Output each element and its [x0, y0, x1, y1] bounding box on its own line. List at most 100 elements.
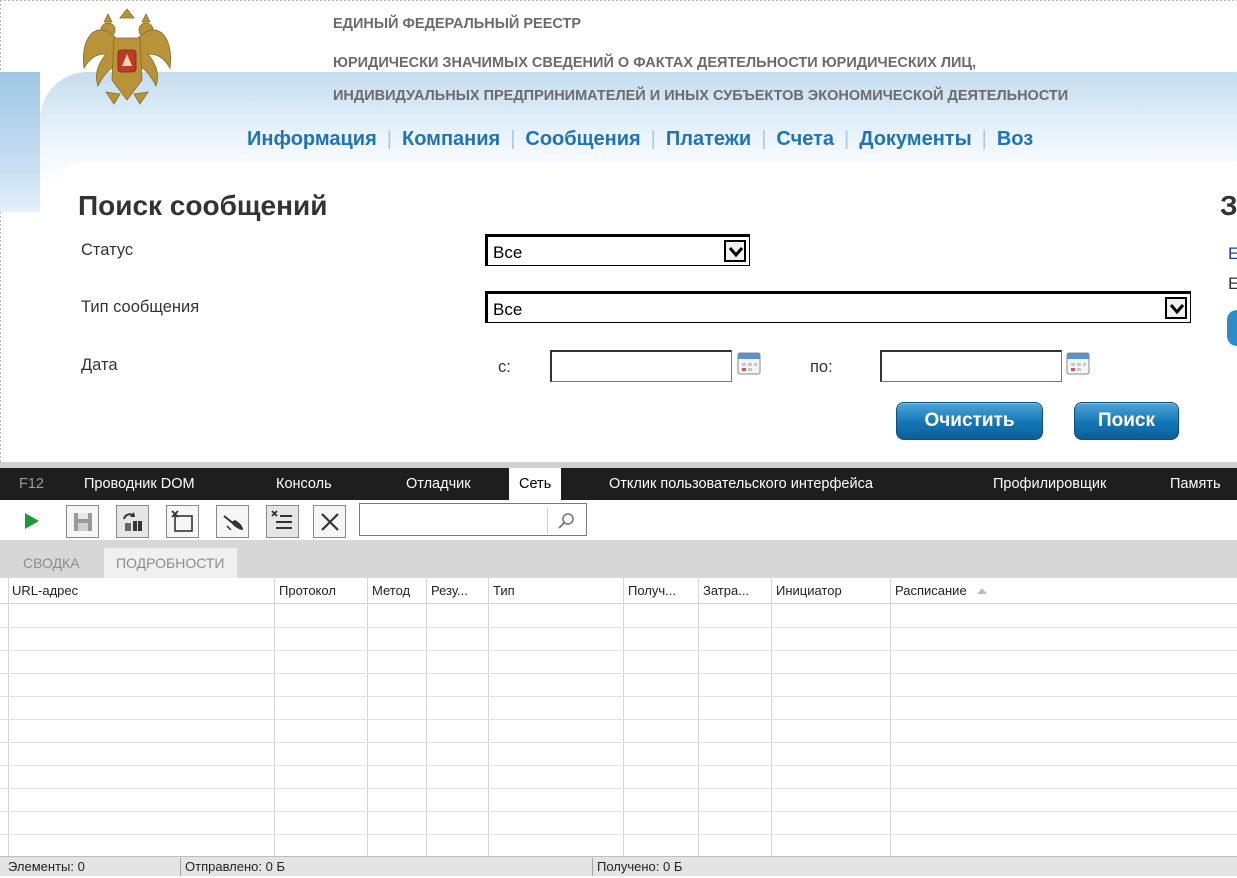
page-title: Поиск сообщений	[78, 190, 328, 221]
chevron-down-icon	[728, 247, 744, 258]
column-method[interactable]: Метод	[368, 578, 426, 604]
close-icon	[321, 513, 339, 531]
broom-icon	[223, 515, 243, 531]
grid-col-line	[698, 578, 699, 856]
subtab-summary[interactable]: СВОДКА	[11, 548, 92, 578]
grid-col-line	[367, 578, 368, 856]
start-capture-button[interactable]	[15, 505, 48, 538]
side-panel-link[interactable]: Е	[1228, 244, 1237, 264]
nav-info[interactable]: Информация	[247, 128, 377, 151]
side-panel-title: З	[1220, 190, 1237, 221]
calendar-icon[interactable]	[737, 351, 761, 375]
search-button[interactable]: Поиск	[1074, 402, 1179, 440]
sort-up-icon	[977, 588, 988, 594]
registry-title-line-1: ЕДИНЫЙ ФЕДЕРАЛЬНЫЙ РЕЕСТР	[333, 16, 582, 32]
clear-cookies-button[interactable]	[266, 505, 299, 538]
nav-documents[interactable]: Документы	[859, 128, 971, 151]
status-select-value: Все	[493, 243, 523, 262]
grid-row-line	[0, 627, 1237, 628]
play-icon	[25, 513, 39, 529]
status-label: Статус	[81, 241, 134, 259]
subtab-details[interactable]: ПОДРОБНОСТИ	[104, 548, 237, 578]
nav-messages[interactable]: Сообщения	[525, 128, 640, 151]
nav-separator: |	[981, 127, 987, 150]
column-initiator[interactable]: Инициатор	[772, 578, 890, 604]
message-type-select[interactable]: Все	[485, 291, 1191, 323]
grid-col-line	[890, 578, 891, 856]
message-type-select-arrow[interactable]	[1165, 297, 1187, 319]
chevron-down-icon	[1169, 304, 1185, 315]
status-select[interactable]: Все	[485, 234, 750, 266]
refresh-server-icon	[123, 512, 142, 531]
grid-row-line	[0, 811, 1237, 812]
list-x-icon	[271, 510, 292, 529]
nav-more[interactable]: Воз	[997, 128, 1033, 151]
date-to-input[interactable]	[880, 350, 1062, 382]
nav-company[interactable]: Компания	[402, 128, 500, 151]
column-type[interactable]: Тип	[489, 578, 623, 604]
tab-memory[interactable]: Память	[1170, 468, 1221, 500]
nav-separator: |	[650, 127, 656, 150]
new-window-x-icon	[171, 510, 193, 532]
devtools-f12: F12	[19, 476, 44, 492]
grid-row-line	[0, 696, 1237, 697]
network-search-box[interactable]	[359, 503, 587, 536]
clear-entries-button[interactable]	[313, 505, 346, 538]
grid-col-line	[623, 578, 624, 856]
nav-invoices[interactable]: Счета	[776, 128, 834, 151]
column-timings[interactable]: Расписание	[891, 578, 1091, 604]
main-nav: Информация | Компания | Сообщения | Плат…	[247, 124, 1033, 154]
column-taken[interactable]: Затра...	[699, 578, 771, 604]
registry-title-line-2: ЮРИДИЧЕСКИ ЗНАЧИМЫХ СВЕДЕНИЙ О ФАКТАХ ДЕ…	[333, 55, 977, 71]
grid-col-line	[8, 578, 9, 856]
grid-row-line	[0, 788, 1237, 789]
always-refresh-button[interactable]	[116, 505, 149, 538]
network-search-input[interactable]	[362, 506, 542, 533]
grid-row-line	[0, 673, 1237, 674]
grid-col-line	[488, 578, 489, 856]
grid-row-line	[0, 765, 1237, 766]
network-grid-body	[0, 604, 1237, 856]
column-url[interactable]: URL-адрес	[8, 578, 272, 604]
grid-col-line	[771, 578, 772, 856]
column-timings-label: Расписание	[895, 583, 967, 598]
date-from-label: с:	[498, 358, 511, 376]
tab-network[interactable]: Сеть	[509, 468, 562, 500]
clear-button[interactable]: Очистить	[896, 402, 1043, 440]
grid-row-line	[0, 834, 1237, 835]
search-icon[interactable]	[558, 512, 576, 530]
status-select-arrow[interactable]	[724, 240, 746, 262]
tab-console[interactable]: Консоль	[276, 468, 332, 500]
tab-ui-responsiveness[interactable]: Отклик пользовательского интерфейса	[609, 468, 873, 500]
export-har-button[interactable]	[66, 505, 99, 538]
column-received[interactable]: Получ...	[624, 578, 698, 604]
page-frame-top	[0, 0, 1237, 1]
side-panel-text: Е	[1228, 274, 1237, 293]
date-from-input[interactable]	[550, 350, 732, 382]
registry-title-line-3: ИНДИВИДУАЛЬНЫХ ПРЕДПРИНИМАТЕЛЕЙ И ИНЫХ С…	[333, 88, 1069, 104]
save-icon	[74, 513, 92, 531]
left-blue-strip	[0, 72, 40, 212]
date-to-label: по:	[810, 358, 833, 376]
nav-separator: |	[844, 127, 850, 150]
tab-dom-explorer[interactable]: Проводник DOM	[84, 468, 195, 500]
nav-payments[interactable]: Платежи	[666, 128, 751, 151]
coat-of-arms-icon	[82, 8, 172, 105]
status-sent: Отправлено: 0 Б	[185, 859, 285, 874]
page-frame-left	[0, 0, 1, 462]
nav-separator: |	[386, 127, 392, 150]
tab-profiler[interactable]: Профилировщик	[993, 468, 1106, 500]
column-protocol[interactable]: Протокол	[275, 578, 367, 604]
side-panel-button[interactable]	[1227, 310, 1237, 346]
status-received: Получено: 0 Б	[597, 859, 683, 874]
clear-on-navigate-button[interactable]	[166, 505, 199, 538]
message-type-select-value: Все	[493, 300, 523, 319]
column-result[interactable]: Резу...	[427, 578, 488, 604]
clear-cache-button[interactable]	[216, 505, 249, 538]
nav-separator: |	[761, 127, 767, 150]
calendar-icon[interactable]	[1066, 351, 1090, 375]
message-type-label: Тип сообщения	[81, 298, 200, 316]
tab-debugger[interactable]: Отладчик	[406, 468, 471, 500]
grid-row-line	[0, 742, 1237, 743]
devtools-tabbar: F12 Проводник DOM Консоль Отладчик Сеть …	[0, 468, 1237, 500]
